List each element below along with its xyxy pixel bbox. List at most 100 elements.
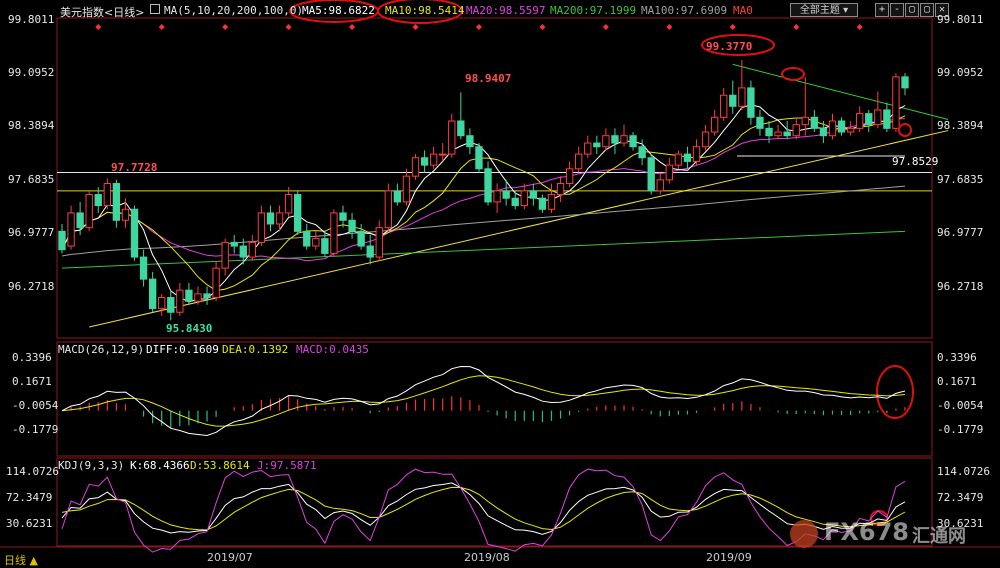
candle-body — [783, 131, 791, 137]
event-marker — [666, 24, 673, 30]
candle-body — [148, 278, 157, 310]
candle-body — [58, 230, 66, 251]
candle-body — [266, 212, 275, 225]
ma200-value: MA200:97.1999 — [550, 4, 637, 17]
ma10-value: MA10:98.5414 — [385, 4, 465, 17]
candle-body — [221, 241, 229, 269]
candle-body — [611, 135, 619, 144]
candle-body — [439, 153, 447, 156]
symbol-title: 美元指数<日线> — [60, 6, 145, 19]
candle-body — [85, 194, 93, 229]
candle-body — [892, 76, 900, 129]
annotation-high-jul: 97.7728 — [111, 161, 158, 174]
candle-body — [801, 116, 809, 126]
y-tick-right: 99.8011 — [937, 13, 984, 26]
candle-body — [139, 256, 148, 280]
highlight-ellipse-macd — [876, 365, 914, 419]
candle-body — [874, 109, 882, 126]
event-marker — [856, 24, 863, 30]
event-marker — [539, 24, 546, 30]
candle-body — [647, 157, 655, 192]
ma-params: MA(5,10,20,200,100,0) — [164, 4, 304, 17]
watermark-cn: 汇通网 — [912, 526, 966, 547]
candle-body — [176, 289, 184, 313]
event-marker — [412, 24, 419, 30]
macd-dea: DEA:0.1392 — [222, 343, 289, 356]
candle-body — [103, 183, 111, 207]
candle-body — [475, 146, 483, 170]
candle-body — [330, 212, 338, 254]
kdj-j-line — [61, 468, 906, 553]
candle-body — [756, 116, 764, 129]
settings-icon[interactable] — [150, 4, 160, 14]
candle-body — [429, 153, 438, 166]
candle-body — [411, 157, 420, 177]
annotation-high-sep: 99.3770 — [706, 40, 753, 53]
kdj-d: D:53.8614 — [190, 459, 250, 472]
chart-canvas — [0, 0, 1000, 553]
candle-body — [584, 142, 592, 155]
candle-body — [312, 238, 320, 247]
candle-body — [538, 197, 547, 210]
watermark-brand: FX678 — [824, 518, 909, 546]
candle-body — [239, 245, 247, 258]
candle-body — [620, 135, 628, 144]
event-marker — [602, 24, 609, 30]
candle-body — [384, 190, 392, 229]
zoom-in-button[interactable]: + — [875, 3, 889, 17]
candle-body — [556, 183, 565, 196]
y-tick-right: 99.0952 — [937, 66, 984, 79]
theme-button[interactable]: 全部主题 ▾ — [790, 3, 858, 17]
candle-body — [248, 241, 257, 258]
kdj-tick-right: 72.3479 — [937, 491, 984, 504]
candle-body — [819, 127, 828, 137]
candle-body — [575, 153, 583, 170]
candle-body — [883, 109, 891, 129]
y-tick-right: 97.6835 — [937, 173, 984, 186]
candle-body — [303, 230, 311, 247]
y-tick-left: 99.8011 — [8, 13, 55, 26]
y-tick-left: 99.0952 — [8, 66, 55, 79]
period-tab[interactable]: 日线 ▲ — [4, 552, 38, 568]
candle-body — [284, 194, 293, 214]
candle-body — [547, 194, 556, 210]
candle-body — [810, 116, 819, 129]
ma20-value: MA20:98.5597 — [466, 4, 546, 17]
kdj-tick-left: 72.3479 — [6, 491, 53, 504]
ma0-value: MA0 — [733, 4, 753, 17]
candle-body — [683, 153, 692, 162]
candle-body — [366, 245, 374, 258]
kdj-tick-left: 114.0726 — [6, 465, 59, 478]
ma100-value: MA100:97.6909 — [641, 4, 728, 17]
candle-body — [774, 131, 782, 137]
y-tick-left: 98.3894 — [8, 119, 55, 132]
macd-tick-right: -0.0054 — [937, 399, 984, 412]
candle-body — [747, 87, 755, 118]
restore-button[interactable]: ▢ — [905, 3, 919, 17]
candle-body — [275, 212, 284, 225]
y-tick-right: 96.2718 — [937, 280, 984, 293]
candle-body — [457, 120, 465, 137]
candle-body — [901, 76, 909, 89]
kdj-k-line — [61, 482, 906, 535]
ma5-value: MA5:98.6822 — [302, 4, 375, 17]
candle-body — [76, 212, 84, 229]
header-bar: 美元指数<日线> MA(5,10,20,200,100,0) MA5:98.68… — [0, 0, 1000, 20]
candle-body — [856, 113, 864, 129]
zoom-out-button[interactable]: - — [890, 3, 904, 17]
candle-body — [393, 190, 402, 203]
x-label-month: 2019/09 — [706, 551, 752, 564]
candle-body — [792, 124, 800, 137]
macd-tick-left: -0.1779 — [12, 423, 59, 436]
watermark-logo-icon — [790, 520, 818, 548]
candle-body — [402, 175, 411, 203]
candle-body — [130, 208, 139, 258]
candle-body — [729, 94, 737, 107]
candle-body — [212, 267, 220, 299]
candle-body — [602, 135, 610, 148]
candle-body — [593, 142, 601, 148]
maximize-button[interactable]: ▢ — [920, 3, 934, 17]
macd-tick-left: 0.3396 — [12, 351, 52, 364]
candle-body — [710, 116, 719, 133]
candle-body — [348, 219, 356, 232]
